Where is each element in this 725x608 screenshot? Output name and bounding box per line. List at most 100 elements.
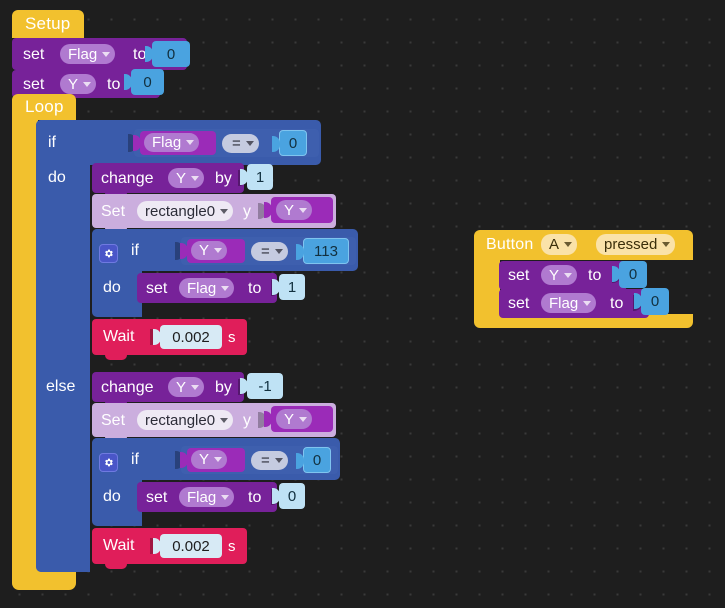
variable-dropdown-flag[interactable]: Flag	[60, 44, 116, 64]
value-plug	[180, 452, 188, 468]
setup-hat-label: Setup	[25, 14, 71, 33]
value-plug	[296, 453, 304, 469]
variable-dropdown-label: Y	[199, 451, 210, 468]
number-text: 113	[314, 242, 338, 260]
chevron-down-icon	[245, 141, 254, 146]
number-text: 0	[288, 134, 298, 152]
set-flag-1-block[interactable]: set Flag to	[137, 273, 280, 303]
change-y-block[interactable]: change Y by	[92, 163, 247, 198]
value-plug	[272, 279, 280, 295]
button-set-y-block[interactable]: set Y to	[499, 261, 627, 295]
if-else-block-spine[interactable]	[36, 120, 90, 572]
variable-reporter-y[interactable]: Y	[264, 197, 333, 223]
variable-dropdown-y[interactable]: Y	[168, 168, 205, 188]
chevron-down-icon	[221, 285, 230, 291]
chevron-down-icon	[274, 249, 283, 254]
chevron-down-icon	[191, 175, 200, 181]
variable-dropdown-flag[interactable]: Flag	[144, 133, 200, 152]
change-y-block[interactable]: change Y by	[92, 372, 247, 407]
number-value-113[interactable]: 113	[296, 238, 349, 264]
gear-icon[interactable]	[99, 453, 118, 472]
if-label: if	[48, 134, 56, 151]
number-text: 0	[143, 73, 152, 91]
number-value-minus-1[interactable]: -1	[240, 373, 283, 399]
operator-dropdown-equals[interactable]: =	[251, 242, 288, 261]
number-value-0[interactable]: 0	[296, 447, 331, 473]
gear-icon[interactable]	[99, 244, 118, 263]
number-value-0[interactable]: 0	[124, 69, 164, 95]
value-plug	[180, 243, 188, 259]
variable-dropdown-label: Y	[199, 242, 210, 259]
variable-reporter-y[interactable]: Y	[180, 239, 245, 263]
number-text: 0	[312, 451, 322, 469]
do-label: do	[48, 169, 66, 186]
object-dropdown-rectangle0[interactable]: rectangle0	[137, 410, 234, 430]
if-block-bottom-cap	[36, 560, 90, 572]
object-dropdown-label: rectangle0	[145, 202, 216, 220]
number-value-0[interactable]: 0	[145, 41, 190, 67]
to-label: to	[610, 295, 624, 312]
number-value-0[interactable]: 0	[272, 130, 307, 156]
variable-dropdown-y[interactable]: Y	[276, 409, 313, 429]
variable-dropdown-label: Y	[176, 169, 187, 187]
variable-dropdown-y[interactable]: Y	[168, 377, 205, 397]
set-flag-0-block[interactable]: set Flag to	[137, 482, 280, 512]
variable-dropdown-label: Y	[284, 410, 295, 428]
variable-reporter-flag[interactable]: Flag	[133, 131, 216, 155]
variable-dropdown-label: Flag	[152, 134, 182, 151]
loop-bottom-foot	[12, 570, 76, 590]
number-value-0[interactable]: 0	[612, 261, 647, 288]
button-name-dropdown[interactable]: A	[541, 234, 578, 255]
value-plug	[264, 411, 272, 427]
button-event-dropdown[interactable]: pressed	[596, 234, 676, 255]
set-label: set	[508, 295, 530, 312]
number-text: 0	[287, 487, 297, 505]
set-label: set	[508, 267, 530, 284]
object-dropdown-label: rectangle0	[145, 411, 216, 429]
nested-if-label: if	[131, 242, 139, 259]
wait-seconds-value: 0.002	[172, 537, 210, 555]
variable-reporter-y[interactable]: Y	[180, 448, 245, 472]
variable-dropdown-y[interactable]: Y	[191, 450, 228, 469]
chevron-down-icon	[583, 300, 592, 306]
variable-reporter-y[interactable]: Y	[264, 406, 333, 432]
set-label: Set	[101, 203, 126, 220]
operator-dropdown-equals[interactable]: =	[222, 134, 259, 153]
wait-seconds-value: 0.002	[172, 328, 210, 346]
set-label: set	[23, 46, 45, 63]
blockly-workspace[interactable]: Setup set Flag to 0 set Y to 0 Loop if F…	[0, 0, 725, 608]
variable-dropdown-label: Y	[68, 75, 79, 93]
number-text: 1	[255, 168, 265, 186]
variable-dropdown-flag[interactable]: Flag	[179, 487, 235, 507]
unit-label: s	[228, 329, 236, 346]
number-value-0[interactable]: 0	[272, 483, 305, 509]
operator-dropdown-equals[interactable]: =	[251, 451, 288, 470]
object-dropdown-rectangle0[interactable]: rectangle0	[137, 201, 234, 221]
button-set-flag-block[interactable]: set Flag to	[499, 289, 649, 318]
chevron-down-icon	[83, 81, 92, 87]
value-plug	[272, 488, 280, 504]
value-plug	[264, 202, 272, 218]
setup-hat-block[interactable]: Setup	[12, 10, 84, 43]
button-event-label: Button	[486, 236, 534, 253]
variable-dropdown-y[interactable]: Y	[60, 74, 97, 94]
to-label: to	[588, 267, 602, 284]
variable-dropdown-flag[interactable]: Flag	[541, 293, 597, 313]
number-value-1[interactable]: 1	[272, 274, 305, 300]
variable-dropdown-y[interactable]: Y	[191, 241, 228, 260]
wait-seconds-input[interactable]: 0.002	[153, 325, 222, 349]
loop-hat-block[interactable]: Loop	[12, 94, 76, 120]
number-value-1[interactable]: 1	[240, 164, 273, 190]
block-bottom-notch	[105, 564, 127, 569]
variable-dropdown-flag[interactable]: Flag	[179, 278, 235, 298]
number-value-0[interactable]: 0	[634, 288, 669, 315]
button-event-spine	[474, 258, 500, 320]
number-text: 0	[166, 45, 176, 63]
by-label: by	[215, 170, 232, 187]
wait-seconds-input[interactable]: 0.002	[153, 534, 222, 558]
variable-dropdown-y[interactable]: Y	[276, 200, 313, 220]
variable-dropdown-y[interactable]: Y	[541, 265, 578, 285]
variable-dropdown-label: Flag	[549, 294, 579, 312]
value-plug	[133, 135, 141, 151]
wait-label: Wait	[103, 328, 135, 345]
